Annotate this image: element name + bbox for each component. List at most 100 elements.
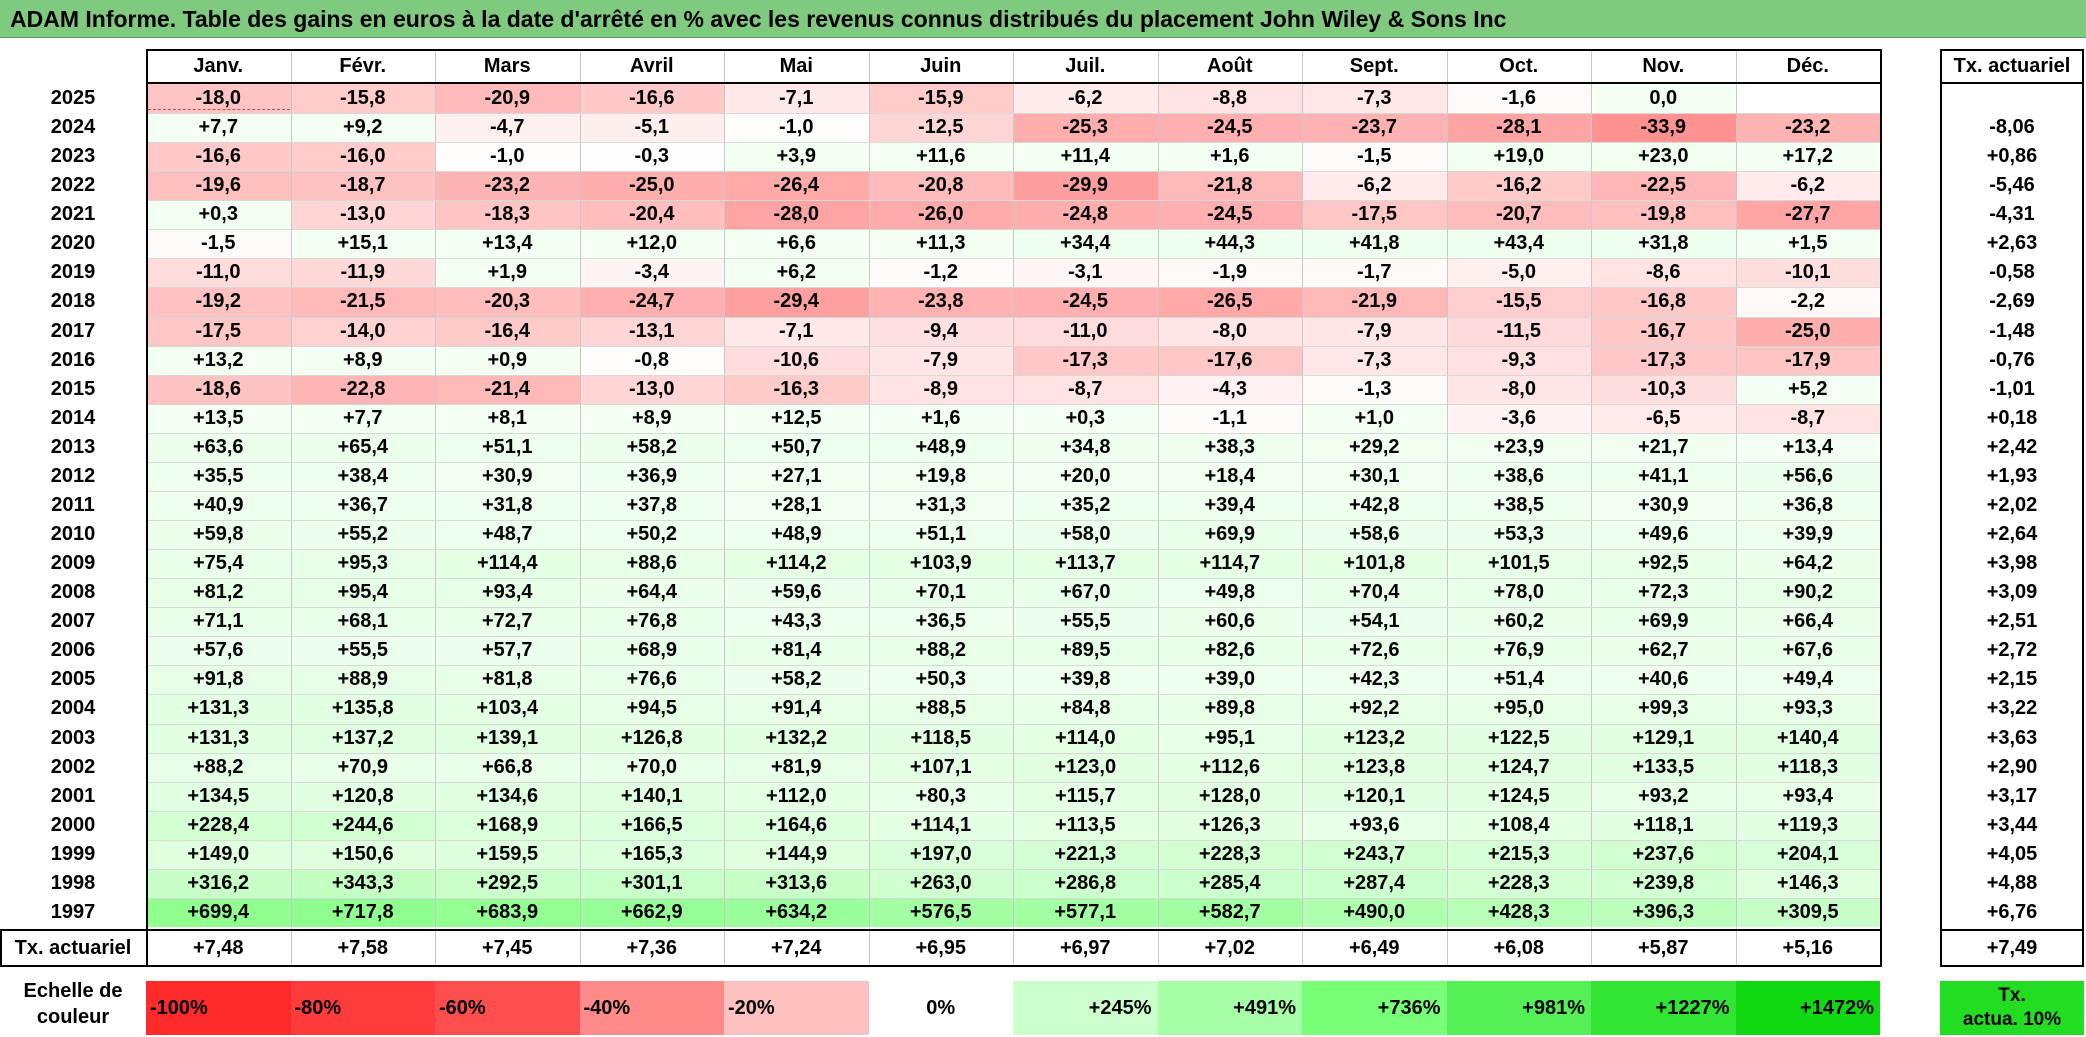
heatmap-cell: +165,3 — [579, 839, 724, 869]
heatmap-cell: -1,5 — [146, 229, 291, 259]
heatmap-cell: -16,2 — [1446, 171, 1591, 201]
heatmap-cell: -25,0 — [1735, 316, 1880, 346]
row-year-label: 2012 — [50, 464, 96, 487]
heatmap-cell: +30,9 — [435, 461, 580, 491]
heatmap-cell: -16,3 — [724, 374, 869, 404]
heatmap-cell: +50,3 — [868, 665, 1013, 695]
row-rate-value: -1,48 — [1989, 319, 2035, 342]
heatmap-cell: +64,2 — [1735, 549, 1880, 579]
heatmap-cell: +124,7 — [1446, 752, 1591, 782]
heatmap-cell: -19,6 — [146, 171, 291, 201]
heatmap-cell: +1,0 — [1302, 403, 1447, 433]
heatmap-cell: +91,8 — [146, 665, 291, 695]
heatmap-cell: -1,0 — [724, 113, 869, 143]
heatmap-cell: +108,4 — [1446, 810, 1591, 840]
heatmap-cell: +43,3 — [724, 607, 869, 637]
heatmap-cell: +93,4 — [435, 578, 580, 608]
heatmap-cell: -17,5 — [146, 316, 291, 346]
color-scale-step: -20% — [724, 981, 869, 1035]
heatmap-cell: -3,6 — [1446, 403, 1591, 433]
row-rate-value: +2,51 — [1986, 610, 2038, 633]
heatmap-cell: +112,0 — [724, 781, 869, 811]
heatmap-cell: +49,8 — [1157, 578, 1302, 608]
column-divider — [1302, 49, 1303, 967]
heatmap-cell: +120,8 — [290, 781, 435, 811]
heatmap-cell: +243,7 — [1302, 839, 1447, 869]
heatmap-cell: +80,3 — [868, 781, 1013, 811]
heatmap-cell: -23,2 — [435, 171, 580, 201]
heatmap-cell: +56,6 — [1735, 461, 1880, 491]
heatmap-cell: +67,6 — [1735, 636, 1880, 666]
heatmap-cell: +50,2 — [579, 520, 724, 550]
heatmap-cell: +93,2 — [1591, 781, 1736, 811]
heatmap-cell: +62,7 — [1591, 636, 1736, 666]
heatmap-cell: +63,6 — [146, 432, 291, 462]
heatmap-cell: +662,9 — [579, 897, 724, 928]
heatmap-cell: +309,5 — [1735, 897, 1880, 928]
heatmap-cell: +95,1 — [1157, 723, 1302, 753]
color-scale-label-line2: couleur — [36, 1006, 110, 1028]
rate-swatch-line2: actua. 10% — [1962, 1009, 2062, 1030]
heatmap-cell: +113,7 — [1013, 549, 1158, 579]
row-divider — [146, 694, 1880, 696]
heatmap-cell: +285,4 — [1157, 868, 1302, 898]
heatmap-cell: -6,2 — [1302, 171, 1447, 201]
heatmap-cell: +0,3 — [146, 200, 291, 230]
heatmap-cell: +101,8 — [1302, 549, 1447, 579]
heatmap-cell: +35,2 — [1013, 490, 1158, 521]
heatmap-cell: -18,3 — [435, 200, 580, 230]
heatmap-cell: +31,8 — [435, 490, 580, 521]
heatmap-cell: +55,5 — [1013, 607, 1158, 637]
row-divider — [146, 578, 1880, 580]
row-rate-value: -4,31 — [1989, 203, 2035, 226]
heatmap-cell: +286,8 — [1013, 868, 1158, 898]
heatmap-cell: +114,0 — [1013, 723, 1158, 753]
column-header: Avril — [629, 55, 674, 77]
row-year-label: 2019 — [50, 261, 96, 284]
column-divider — [1735, 49, 1737, 967]
heatmap-cell: +114,1 — [868, 810, 1013, 840]
heatmap-cell: +139,1 — [435, 723, 580, 753]
heatmap-cell: +9,2 — [290, 113, 435, 143]
heatmap-cell: +23,0 — [1591, 142, 1736, 172]
heatmap-cell: +0,9 — [435, 345, 580, 375]
heatmap-cell: +118,3 — [1735, 752, 1880, 782]
heatmap-cell: +50,7 — [724, 432, 869, 462]
heatmap-cell: +146,3 — [1735, 868, 1880, 898]
footer-value: +5,87 — [1637, 937, 1689, 959]
heatmap-cell: -16,8 — [1591, 287, 1736, 317]
heatmap-cell: +7,7 — [146, 113, 291, 143]
heatmap-cell: -11,0 — [1013, 316, 1158, 346]
heatmap-cell: -1,6 — [1446, 84, 1591, 114]
heatmap-cell: +93,3 — [1735, 694, 1880, 724]
row-year-label: 2001 — [50, 784, 96, 807]
row-year-label: 2004 — [50, 697, 96, 720]
row-divider — [146, 810, 1880, 812]
heatmap-cell: +13,2 — [146, 345, 291, 375]
heatmap-cell: -25,3 — [1013, 113, 1158, 143]
heatmap-cell: +683,9 — [435, 897, 580, 928]
column-header: Déc. — [1786, 55, 1829, 77]
heatmap-cell: +140,4 — [1735, 723, 1880, 753]
heatmap-cell: -20,8 — [868, 171, 1013, 201]
heatmap-cell: -25,0 — [579, 171, 724, 201]
heatmap-cell: +39,9 — [1735, 520, 1880, 550]
rate-swatch-line1: Tx. — [1998, 985, 2026, 1006]
heatmap-cell: +12,0 — [579, 229, 724, 259]
heatmap-cell: +132,2 — [724, 723, 869, 753]
heatmap-cell: +95,0 — [1446, 694, 1591, 724]
row-rate-value: +2,02 — [1986, 493, 2038, 516]
row-rate-value: +2,64 — [1986, 523, 2038, 546]
row-rate-value: +0,86 — [1986, 145, 2038, 168]
column-header: Mai — [779, 55, 813, 77]
heatmap-cell: -1,0 — [435, 142, 580, 172]
heatmap-cell: +58,2 — [724, 665, 869, 695]
heatmap-cell: +94,5 — [579, 694, 724, 724]
heatmap-cell: +76,6 — [579, 665, 724, 695]
column-header: Sept. — [1349, 55, 1399, 77]
heatmap-cell: +72,3 — [1591, 578, 1736, 608]
heatmap-cell: +41,1 — [1591, 461, 1736, 491]
heatmap-cell: -16,7 — [1591, 316, 1736, 346]
heatmap-cell: -21,4 — [435, 374, 580, 404]
heatmap-cell: +287,4 — [1302, 868, 1447, 898]
